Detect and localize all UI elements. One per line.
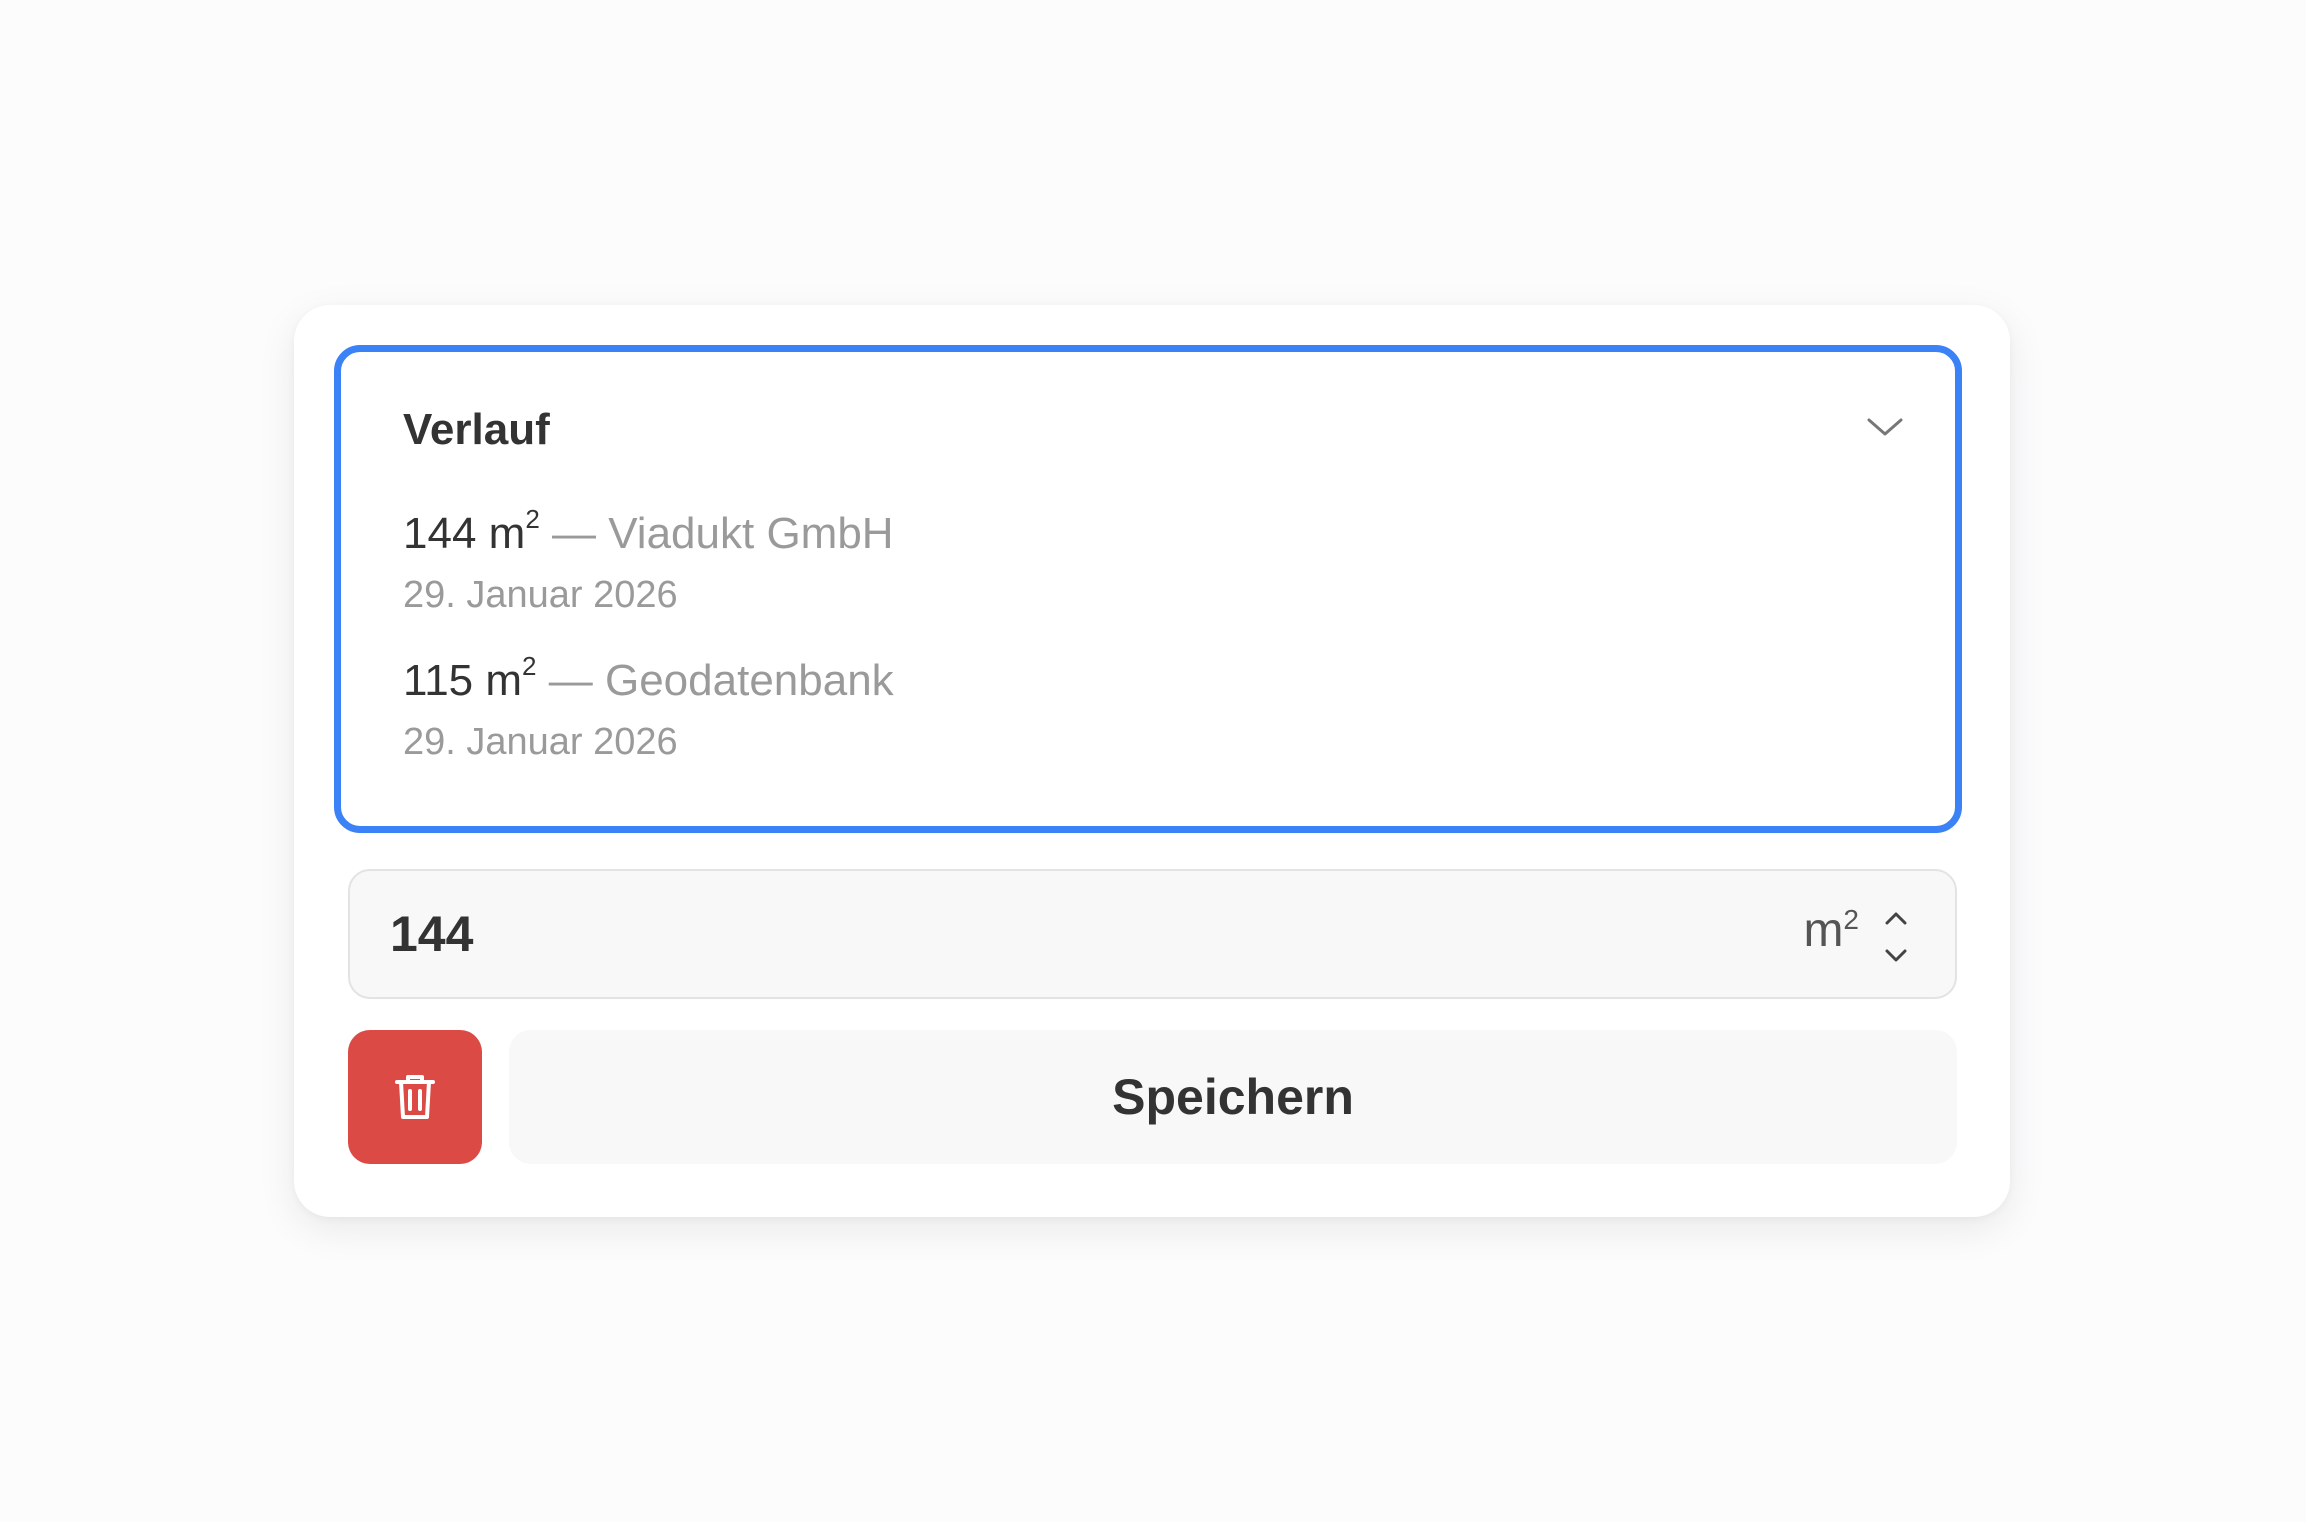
history-entry-unit-exponent: 2	[525, 504, 540, 535]
history-entry-separator: —	[548, 656, 593, 705]
input-unit: m	[1803, 904, 1844, 957]
history-entry-line: 115 m2 — Geodatenbank	[403, 653, 894, 705]
area-input[interactable]	[390, 871, 1590, 997]
save-button[interactable]: Speichern	[509, 1030, 1957, 1164]
chevron-up-icon[interactable]	[1881, 907, 1911, 931]
area-edit-card: Verlauf 144 m2 — Viadukt GmbH 29. Januar…	[294, 305, 2010, 1217]
input-unit-exponent: 2	[1843, 904, 1859, 935]
history-panel[interactable]: Verlauf 144 m2 — Viadukt GmbH 29. Januar…	[334, 345, 1962, 833]
history-entry-value: 115	[403, 656, 474, 705]
history-entry-unit: m	[488, 509, 526, 558]
history-entry-line: 144 m2 — Viadukt GmbH	[403, 506, 894, 558]
history-entry-date: 29. Januar 2026	[403, 721, 678, 763]
history-entry-unit: m	[485, 656, 523, 705]
trash-icon	[395, 1075, 435, 1119]
history-entry-source: Geodatenbank	[604, 656, 894, 705]
chevron-down-icon[interactable]	[1881, 943, 1911, 967]
chevron-down-icon[interactable]	[1865, 412, 1905, 442]
history-entry: 144 m2 — Viadukt GmbH 29. Januar 2026	[403, 506, 894, 616]
history-entry-date: 29. Januar 2026	[403, 574, 678, 616]
history-entry-source: Viadukt GmbH	[608, 509, 894, 558]
quantity-stepper[interactable]	[1881, 907, 1911, 967]
history-entry-value: 144	[403, 509, 477, 558]
area-input-field[interactable]: m2	[348, 869, 1957, 999]
history-entry-separator: —	[552, 509, 597, 558]
history-entry-unit-exponent: 2	[522, 651, 537, 682]
history-entry: 115 m2 — Geodatenbank 29. Januar 2026	[403, 653, 894, 763]
history-title: Verlauf	[403, 405, 550, 454]
delete-button[interactable]	[348, 1030, 482, 1164]
input-unit-label: m2	[1803, 904, 1859, 957]
